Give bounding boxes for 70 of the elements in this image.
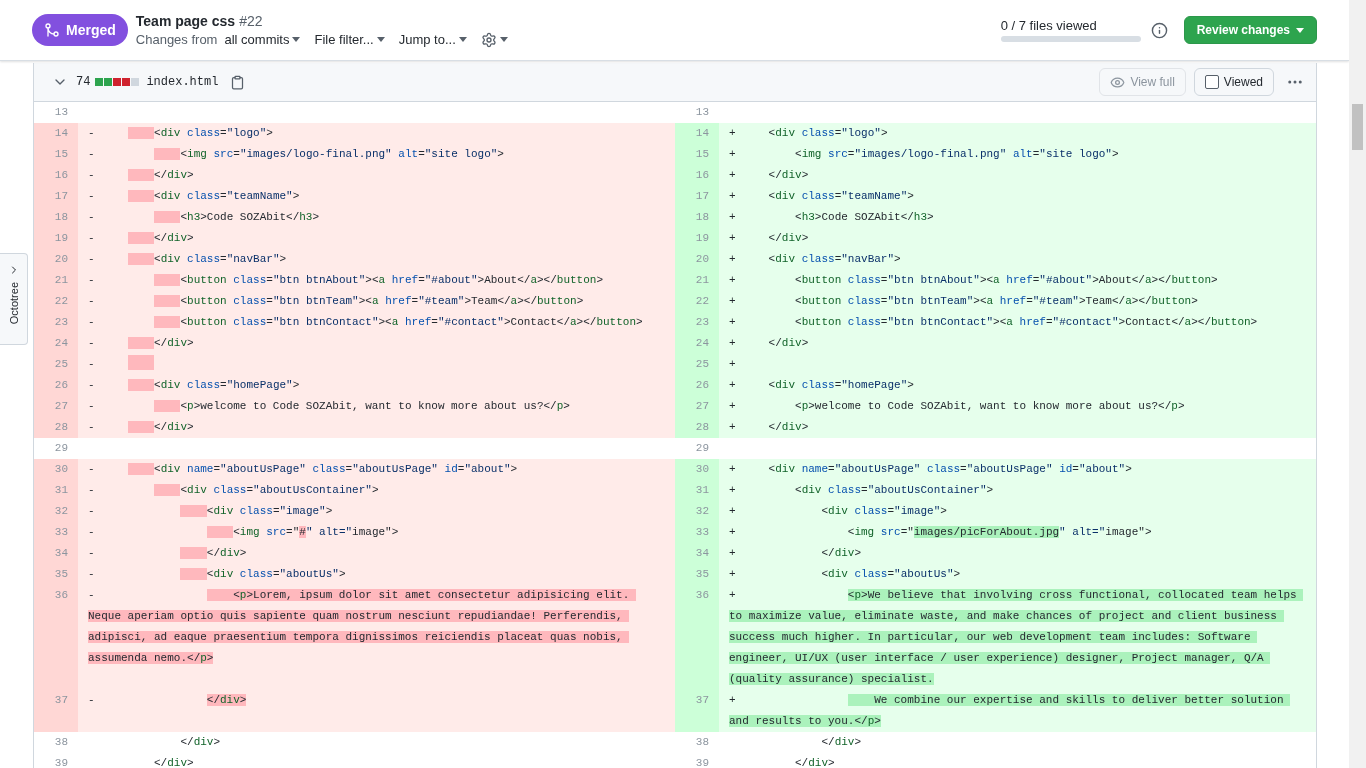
line-number: 18 — [675, 207, 719, 228]
line-number: 22 — [34, 291, 78, 312]
clipboard-icon[interactable] — [230, 74, 246, 90]
caret-icon — [458, 37, 467, 42]
line-number: 17 — [34, 186, 78, 207]
line-number: 31 — [675, 480, 719, 501]
line-number: 37 — [675, 690, 719, 732]
line-number: 21 — [675, 270, 719, 291]
jump-to-dropdown[interactable]: Jump to... — [398, 32, 467, 47]
change-count: 74 — [76, 75, 91, 89]
line-number: 31 — [34, 480, 78, 501]
settings-icon — [480, 31, 497, 48]
line-number: 25 — [675, 354, 719, 375]
line-number: 19 — [34, 228, 78, 249]
commits-dropdown[interactable]: Changes from all commits — [135, 32, 301, 47]
line-number: 28 — [34, 417, 78, 438]
line-number: 34 — [34, 543, 78, 564]
line-number: 22 — [675, 291, 719, 312]
line-number: 37 — [34, 690, 78, 732]
line-number: 36 — [675, 585, 719, 690]
line-number: 15 — [675, 144, 719, 165]
file-name[interactable]: index.html — [146, 75, 219, 89]
settings-dropdown[interactable] — [480, 31, 508, 48]
checkbox-icon[interactable] — [1204, 75, 1219, 89]
line-number: 33 — [675, 522, 719, 543]
line-number: 16 — [34, 165, 78, 186]
caret-icon — [376, 37, 385, 42]
line-number: 20 — [675, 249, 719, 270]
eye-icon — [1110, 74, 1126, 90]
line-number: 27 — [34, 396, 78, 417]
scrollbar[interactable] — [1349, 0, 1366, 768]
viewed-button[interactable]: Viewed — [1193, 68, 1274, 96]
line-number: 23 — [34, 312, 78, 333]
line-number: 35 — [675, 564, 719, 585]
line-number: 26 — [675, 375, 719, 396]
merge-icon — [44, 22, 60, 38]
line-number: 24 — [34, 333, 78, 354]
line-number: 14 — [675, 123, 719, 144]
octotree-tab[interactable]: Octotree — [0, 253, 28, 345]
line-number: 34 — [675, 543, 719, 564]
line-number: 30 — [34, 459, 78, 480]
files-viewed-count: 0 / 7 files viewed — [1000, 18, 1098, 33]
pr-title: Team page css — [135, 12, 236, 29]
line-number: 24 — [675, 333, 719, 354]
line-number: 32 — [675, 501, 719, 522]
file-filter-dropdown[interactable]: File filter... — [314, 32, 385, 47]
line-number: 23 — [675, 312, 719, 333]
caret-icon — [292, 37, 301, 42]
line-number: 19 — [675, 228, 719, 249]
info-icon[interactable] — [1150, 21, 1168, 39]
line-number: 27 — [675, 396, 719, 417]
caret-icon — [1296, 27, 1304, 33]
line-number: 25 — [34, 354, 78, 375]
line-number: 20 — [34, 249, 78, 270]
line-number: 15 — [34, 144, 78, 165]
line-number: 32 — [34, 501, 78, 522]
pr-number: #22 — [239, 12, 263, 29]
line-number: 16 — [675, 165, 719, 186]
line-number: 18 — [34, 207, 78, 228]
line-number: 17 — [675, 186, 719, 207]
line-number: 36 — [34, 585, 78, 690]
line-number: 35 — [34, 564, 78, 585]
line-number: 21 — [34, 270, 78, 291]
line-number: 28 — [675, 417, 719, 438]
line-number: 26 — [34, 375, 78, 396]
caret-icon — [499, 37, 508, 42]
line-number: 30 — [675, 459, 719, 480]
line-number: 33 — [34, 522, 78, 543]
line-number: 14 — [34, 123, 78, 144]
merged-status-badge: Merged — [32, 14, 128, 46]
